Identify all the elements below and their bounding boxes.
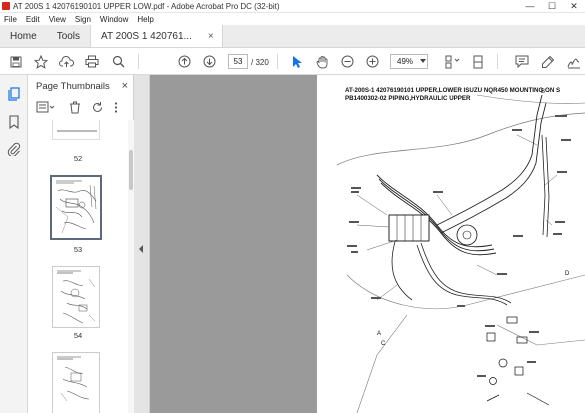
scroll-mode-icon[interactable] xyxy=(470,53,486,70)
upload-cloud-icon[interactable] xyxy=(58,53,74,70)
page-layout-icon[interactable] xyxy=(443,53,463,70)
scrollbar-thumb[interactable] xyxy=(129,150,133,190)
menu-file[interactable]: File xyxy=(4,15,17,24)
toolbar-separator xyxy=(497,54,498,69)
title-bar: AT 200S 1 42076190101 UPPER LOW.pdf - Ad… xyxy=(0,0,585,13)
window-title: AT 200S 1 42076190101 UPPER LOW.pdf - Ad… xyxy=(13,1,280,11)
toolbar-separator xyxy=(138,54,139,69)
tab-document[interactable]: AT 200S 1 420761... × xyxy=(90,25,223,47)
left-navigation-rail xyxy=(0,75,28,413)
zoom-in-icon[interactable] xyxy=(364,53,380,70)
hydraulic-piping-diagram: A B C D xyxy=(336,89,585,413)
thumbnail-label-54: 54 xyxy=(73,331,83,340)
callout-c: C xyxy=(381,341,386,347)
thumbnail-page-53[interactable] xyxy=(50,175,102,240)
tab-bar: Home Tools AT 200S 1 420761... × xyxy=(0,25,585,48)
acrobat-icon xyxy=(2,2,10,10)
select-cursor-icon[interactable] xyxy=(289,53,305,70)
document-title-line-1: AT-200S-1 42076190101 UPPER,LOWER ISUZU … xyxy=(345,87,561,94)
page-thumbnails-panel: Page Thumbnails × 52 53 54 xyxy=(28,75,134,413)
next-page-icon[interactable] xyxy=(201,53,217,70)
attachments-icon[interactable] xyxy=(7,142,21,157)
minimize-button[interactable]: — xyxy=(519,0,541,13)
tab-tools[interactable]: Tools xyxy=(47,25,90,47)
thumbnail-label-53: 53 xyxy=(73,245,83,254)
document-title-line-2: PB1400302-02 PIPING,HYDRAULIC UPPER xyxy=(345,95,471,102)
sign-icon[interactable] xyxy=(566,53,582,70)
tab-document-label: AT 200S 1 420761... xyxy=(101,30,192,42)
menu-bar: File Edit View Sign Window Help xyxy=(0,13,585,25)
bookmark-star-icon[interactable] xyxy=(33,53,49,70)
thumbnail-list: 52 53 54 xyxy=(28,120,128,413)
pdf-page: A B C D xyxy=(317,75,585,413)
page-thumbnails-icon[interactable] xyxy=(7,87,21,101)
panel-header: Page Thumbnails × xyxy=(28,75,134,97)
highlight-pen-icon[interactable] xyxy=(540,53,556,70)
tab-tools-label: Tools xyxy=(56,30,81,42)
previous-page-icon[interactable] xyxy=(176,53,192,70)
tab-home-label: Home xyxy=(10,30,37,42)
collapse-arrow-icon[interactable] xyxy=(139,245,143,253)
thumbnail-page-55[interactable] xyxy=(52,352,100,413)
menu-sign[interactable]: Sign xyxy=(75,15,91,24)
thumbnail-label-52: 52 xyxy=(73,154,83,163)
thumbnail-page-54[interactable] xyxy=(52,266,100,328)
menu-window[interactable]: Window xyxy=(100,15,128,24)
search-icon[interactable] xyxy=(110,53,126,70)
thumbnail-options-icon[interactable] xyxy=(36,101,56,116)
print-icon[interactable] xyxy=(84,53,100,70)
menu-help[interactable]: Help xyxy=(137,15,153,24)
comment-icon[interactable] xyxy=(514,53,530,70)
callout-a: A xyxy=(377,331,381,337)
page-total: / 320 xyxy=(251,58,269,67)
toolbar-separator xyxy=(277,54,278,69)
callout-d: D xyxy=(565,271,570,277)
tab-close-icon[interactable]: × xyxy=(208,31,214,42)
zoom-out-icon[interactable] xyxy=(339,53,355,70)
menu-edit[interactable]: Edit xyxy=(26,15,40,24)
panel-collapse-handle[interactable] xyxy=(134,75,150,413)
save-icon[interactable] xyxy=(8,53,24,70)
toolbar: 53 / 320 49% xyxy=(0,48,585,75)
maximize-button[interactable]: ☐ xyxy=(541,0,563,13)
rotate-page-icon[interactable] xyxy=(91,101,104,116)
document-title: AT-200S-1 42076190101 UPPER,LOWER ISUZU … xyxy=(345,87,560,103)
tab-home[interactable]: Home xyxy=(0,25,47,47)
more-options-icon[interactable] xyxy=(113,101,119,116)
page-number-input[interactable]: 53 xyxy=(228,54,248,69)
close-panel-icon[interactable]: × xyxy=(122,80,128,92)
thumbnail-page-52[interactable] xyxy=(52,120,100,140)
close-window-button[interactable]: ✕ xyxy=(563,0,585,13)
bookmarks-icon[interactable] xyxy=(7,115,21,130)
window-controls: — ☐ ✕ xyxy=(519,0,585,13)
chevron-down-icon[interactable] xyxy=(420,59,426,63)
delete-page-icon[interactable] xyxy=(69,101,81,116)
hand-tool-icon[interactable] xyxy=(314,53,330,70)
panel-title: Page Thumbnails xyxy=(36,80,110,92)
panel-toolbar xyxy=(28,99,134,117)
menu-view[interactable]: View xyxy=(49,15,66,24)
